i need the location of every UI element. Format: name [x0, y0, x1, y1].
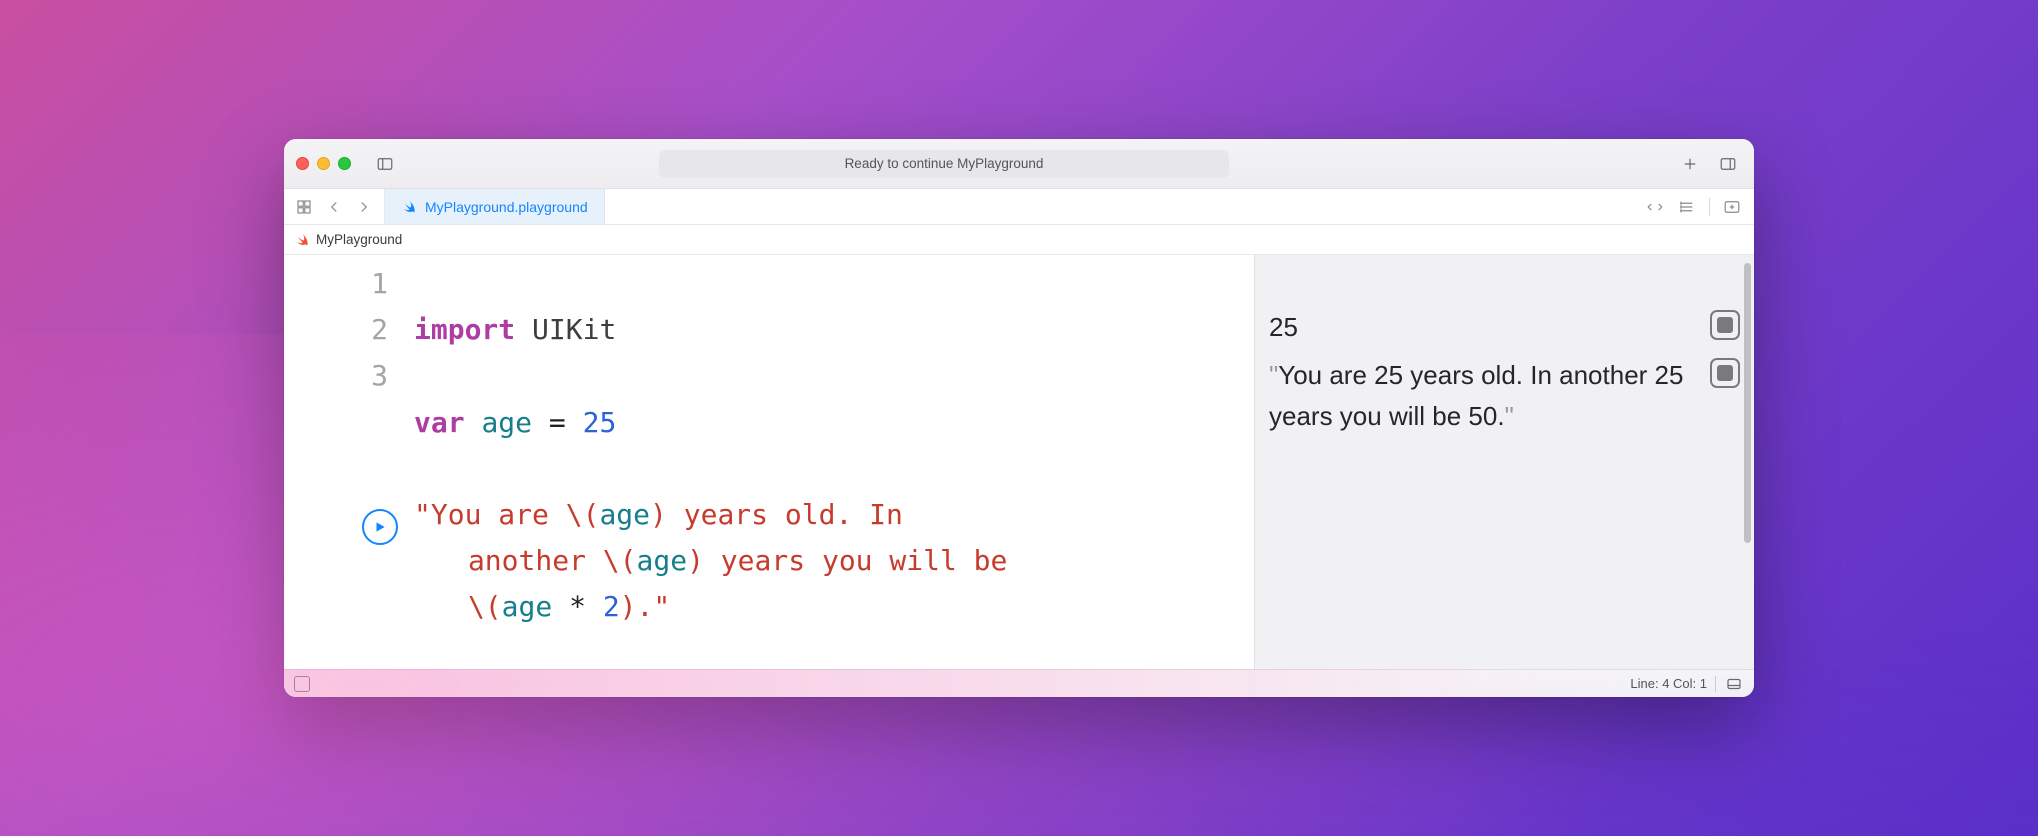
zoom-window-button[interactable] — [338, 157, 351, 170]
nav-back-button[interactable] — [320, 195, 348, 219]
quicklook-result-button[interactable] — [1710, 358, 1740, 388]
breadcrumb-bar[interactable]: MyPlayground — [284, 225, 1754, 255]
line-number: 1 — [284, 261, 388, 307]
toggle-canvas-button[interactable] — [1641, 195, 1669, 219]
tab-bar-right — [1641, 189, 1754, 224]
titlebar: Ready to continue MyPlayground — [284, 139, 1754, 189]
activity-status[interactable]: Ready to continue MyPlayground — [659, 150, 1229, 178]
line-number: 3 — [284, 353, 388, 399]
divider — [1709, 198, 1710, 216]
toggle-right-sidebar-button[interactable] — [1714, 152, 1742, 176]
tab-bar: MyPlayground.playground — [284, 189, 1754, 225]
result-value: 25 — [1269, 307, 1700, 347]
breadcrumb-label: MyPlayground — [316, 232, 402, 247]
line-number-gutter: 1 2 3 — [284, 255, 404, 669]
adjust-editor-options-button[interactable] — [1673, 195, 1701, 219]
result-value: "You are 25 years old. In another 25 yea… — [1269, 355, 1700, 436]
swift-icon — [401, 199, 417, 215]
editor-area: 1 2 3 import UIKit var age = 25 "You are… — [284, 255, 1754, 669]
related-items-button[interactable] — [290, 195, 318, 219]
code-editor[interactable]: 1 2 3 import UIKit var age = 25 "You are… — [284, 255, 1254, 669]
add-button[interactable] — [1676, 152, 1704, 176]
tab-label: MyPlayground.playground — [425, 199, 588, 215]
results-sidebar: 25 "You are 25 years old. In another 25 … — [1254, 255, 1754, 669]
window-controls — [296, 157, 351, 170]
tab-nav-controls — [284, 189, 385, 224]
swift-icon — [294, 232, 310, 248]
tab-playground[interactable]: MyPlayground.playground — [385, 189, 605, 224]
line-number: 2 — [284, 307, 388, 353]
scrollbar-thumb[interactable] — [1744, 263, 1751, 543]
cursor-position: Line: 4 Col: 1 — [1630, 676, 1707, 691]
result-row: "You are 25 years old. In another 25 yea… — [1269, 351, 1740, 440]
result-row: 25 — [1269, 303, 1740, 351]
minimize-window-button[interactable] — [317, 157, 330, 170]
activity-status-text: Ready to continue MyPlayground — [845, 156, 1044, 171]
divider — [1715, 676, 1716, 692]
minimap-toggle-button[interactable] — [1724, 675, 1744, 693]
status-bar: Line: 4 Col: 1 — [284, 669, 1754, 697]
debug-area-toggle-icon[interactable] — [294, 676, 310, 692]
xcode-window: Ready to continue MyPlayground — [284, 139, 1754, 697]
code-content[interactable]: import UIKit var age = 25 "You are \(age… — [404, 255, 1254, 669]
toggle-sidebar-button[interactable] — [371, 152, 399, 176]
nav-forward-button[interactable] — [350, 195, 378, 219]
close-window-button[interactable] — [296, 157, 309, 170]
add-editor-button[interactable] — [1718, 195, 1746, 219]
quicklook-result-button[interactable] — [1710, 310, 1740, 340]
